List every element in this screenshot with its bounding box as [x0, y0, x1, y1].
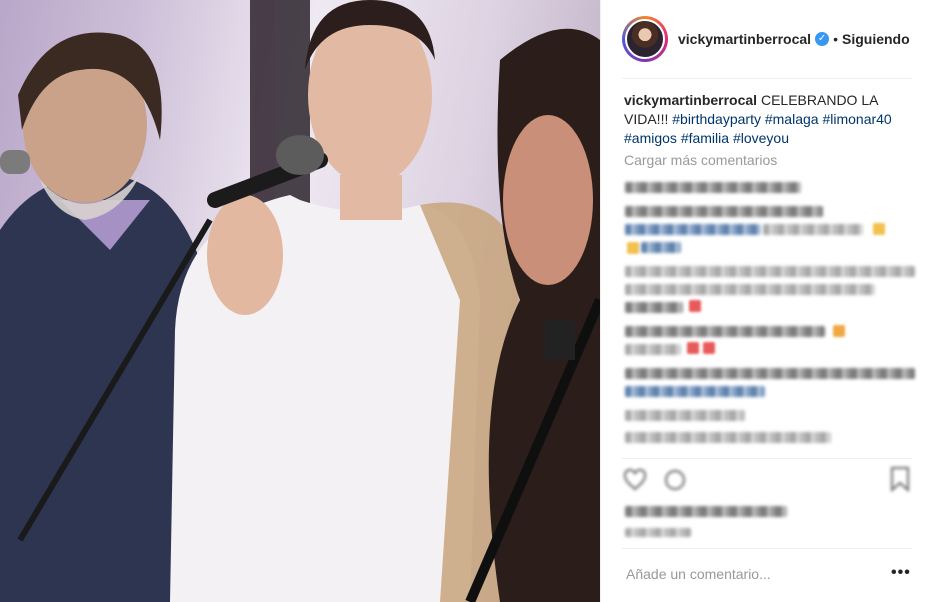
blurred-timestamp [625, 528, 691, 537]
load-more-comments-button[interactable]: Cargar más comentarios [624, 152, 777, 168]
left-microphone [0, 150, 30, 174]
avatar-image [625, 19, 665, 59]
post-header: vickymartinberrocal ✓ • Siguiendo [601, 0, 936, 78]
hashtag-link[interactable]: #limonar40 [822, 111, 891, 127]
caption-username[interactable]: vickymartinberrocal [624, 92, 757, 108]
post-sidebar: vickymartinberrocal ✓ • Siguiendo vickym… [600, 0, 936, 602]
hashtag-link[interactable]: #birthdayparty [672, 111, 761, 127]
blurred-comment [625, 344, 681, 355]
blurred-emoji-icon [627, 242, 639, 254]
ellipsis-icon[interactable]: ••• [891, 564, 911, 582]
post-video[interactable] [0, 0, 600, 602]
blurred-likes-count [625, 506, 787, 517]
blurred-comment [625, 224, 761, 235]
blurred-comment [625, 206, 823, 217]
blurred-comment [625, 266, 915, 277]
blurred-emoji-icon [833, 325, 845, 337]
hashtag-link[interactable]: #amigos [624, 130, 677, 146]
blurred-comment [625, 326, 825, 337]
blurred-emoji-icon [703, 342, 715, 354]
blurred-emoji-icon [689, 300, 701, 312]
following-button[interactable]: Siguiendo [842, 31, 910, 47]
blurred-comment [625, 410, 745, 421]
video-frame [0, 0, 600, 602]
add-comment-input[interactable] [626, 566, 876, 582]
comment-icon[interactable] [663, 468, 687, 497]
right-woman-face [503, 115, 593, 285]
blurred-comment [763, 224, 863, 235]
hashtag-link[interactable]: #malaga [765, 111, 819, 127]
avatar[interactable] [622, 16, 668, 62]
blurred-comment [625, 284, 875, 295]
hashtag-link[interactable]: #loveyou [733, 130, 789, 146]
raised-hand [207, 195, 283, 315]
verified-badge-icon: ✓ [815, 32, 830, 46]
post-caption: vickymartinberrocal CELEBRANDO LA VIDA!!… [624, 91, 914, 148]
blurred-comment [625, 182, 801, 193]
hashtag-link[interactable]: #familia [681, 130, 729, 146]
heart-icon[interactable] [623, 468, 647, 497]
separator-dot: • [833, 31, 838, 47]
blurred-comment [625, 386, 765, 397]
blurred-comment [641, 242, 681, 253]
footer-divider [622, 548, 912, 549]
blurred-comment [625, 432, 831, 443]
bookmark-icon[interactable] [889, 466, 911, 497]
header-username[interactable]: vickymartinberrocal [678, 31, 811, 47]
blurred-comment [625, 302, 683, 313]
blurred-emoji-icon [687, 342, 699, 354]
blurred-comment [625, 368, 915, 379]
header-divider [622, 78, 912, 79]
actions-divider [622, 458, 912, 459]
blurred-emoji-icon [873, 223, 885, 235]
